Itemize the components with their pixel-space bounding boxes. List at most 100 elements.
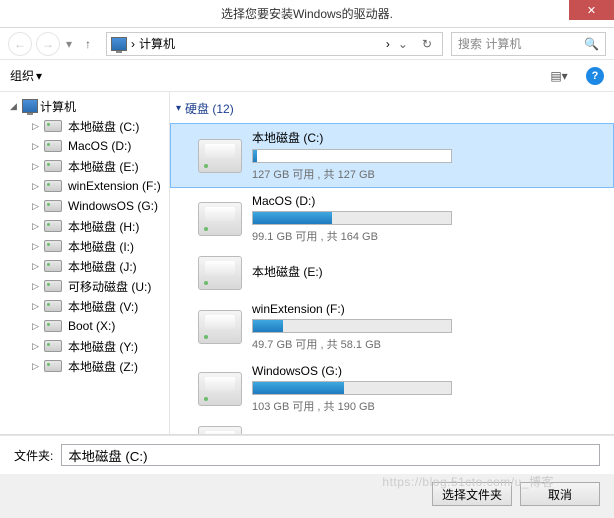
drive-icon	[44, 200, 62, 212]
drive-icon	[44, 300, 62, 312]
drive-detail: 127 GB 可用 , 共 127 GB	[252, 166, 606, 182]
tree-label: 本地磁盘 (Z:)	[68, 358, 138, 375]
drive-icon	[44, 220, 62, 232]
section-header[interactable]: ▾ 硬盘 (12)	[170, 92, 614, 123]
search-input[interactable]: 搜索 计算机 🔍	[451, 32, 606, 56]
drive-name: 本地磁盘 (C:)	[252, 129, 606, 146]
tree-label: 本地磁盘 (I:)	[68, 238, 134, 255]
footer: 文件夹: 选择文件夹 取消 https://blog.51cto.com/u_博…	[0, 434, 614, 518]
help-button[interactable]: ?	[586, 67, 604, 85]
address-sep2: ›	[386, 37, 390, 51]
content-pane: ▾ 硬盘 (12) 本地磁盘 (C:) 127 GB 可用 , 共 127 GB M…	[170, 92, 614, 460]
toolbar: 组织 ▾ ▤▾ ?	[0, 60, 614, 92]
expand-icon[interactable]: ▷	[32, 241, 42, 252]
drive-row[interactable]: MacOS (D:) 99.1 GB 可用 , 共 164 GB	[170, 188, 614, 250]
drive-name: winExtension (F:)	[252, 302, 606, 316]
up-button[interactable]: ↑	[78, 34, 98, 54]
forward-button[interactable]: →	[36, 32, 60, 56]
tree-item[interactable]: ▷ 本地磁盘 (H:)	[0, 216, 169, 236]
drive-row[interactable]: WindowsOS (G:)103 GB 可用 , 共 190 GB	[170, 358, 614, 420]
tree-item[interactable]: ▷ MacOS (D:)	[0, 136, 169, 156]
tree-item[interactable]: ▷ 本地磁盘 (Y:)	[0, 336, 169, 356]
title-bar: 选择您要安装Windows的驱动器. ✕	[0, 0, 614, 28]
computer-icon	[22, 99, 38, 113]
nav-bar: ← → ▾ ↑ › 计算机 › ⌄ ↻ 搜索 计算机 🔍	[0, 28, 614, 60]
collapse-icon[interactable]: ◢	[10, 101, 20, 112]
drive-icon	[44, 160, 62, 172]
tree-item[interactable]: ▷ 本地磁盘 (E:)	[0, 156, 169, 176]
tree-label: winExtension (F:)	[68, 179, 161, 193]
drive-icon	[44, 180, 62, 192]
collapse-icon[interactable]: ▾	[176, 103, 181, 114]
organize-button[interactable]: 组织 ▾	[10, 67, 42, 84]
drive-row[interactable]: winExtension (F:) 49.7 GB 可用 , 共 58.1 GB	[170, 296, 614, 358]
select-folder-button[interactable]: 选择文件夹	[432, 482, 512, 506]
expand-icon[interactable]: ▷	[32, 361, 42, 372]
drive-detail: 49.7 GB 可用 , 共 58.1 GB	[252, 336, 606, 352]
drive-icon	[198, 256, 242, 290]
drive-detail: 103 GB 可用 , 共 190 GB	[252, 398, 606, 414]
tree-item[interactable]: ▷ 本地磁盘 (V:)	[0, 296, 169, 316]
expand-icon[interactable]: ▷	[32, 301, 42, 312]
drive-icon	[44, 120, 62, 132]
tree-root-computer[interactable]: ◢ 计算机	[0, 96, 169, 116]
tree-item[interactable]: ▷ 本地磁盘 (Z:)	[0, 356, 169, 376]
drive-icon	[198, 310, 242, 344]
expand-icon[interactable]: ▷	[32, 161, 42, 172]
caret-down-icon: ▾	[36, 69, 42, 83]
capacity-bar	[252, 211, 452, 225]
view-button[interactable]: ▤▾	[544, 65, 574, 87]
close-button[interactable]: ✕	[569, 0, 614, 20]
tree-item[interactable]: ▷Boot (X:)	[0, 316, 169, 336]
computer-icon	[111, 37, 127, 51]
drive-icon	[198, 372, 242, 406]
capacity-bar	[252, 319, 452, 333]
sidebar: ◢ 计算机 ▷ 本地磁盘 (C:) ▷ MacOS (D:) ▷ 本地磁盘 (E:) ▷ wi…	[0, 92, 170, 460]
refresh-button[interactable]: ↻	[416, 37, 438, 51]
drive-row[interactable]: 本地磁盘 (C:) 127 GB 可用 , 共 127 GB	[170, 123, 614, 188]
address-sep: ›	[131, 37, 135, 51]
expand-icon[interactable]: ▷	[32, 281, 42, 292]
tree-label: 本地磁盘 (E:)	[68, 158, 139, 175]
capacity-bar	[252, 381, 452, 395]
address-dropdown-icon[interactable]: ⌄	[394, 37, 412, 51]
tree-label: 本地磁盘 (Y:)	[68, 338, 138, 355]
tree-label: WindowsOS (G:)	[68, 199, 158, 213]
drive-icon	[44, 320, 62, 332]
expand-icon[interactable]: ▷	[32, 181, 42, 192]
expand-icon[interactable]: ▷	[32, 121, 42, 132]
search-icon: 🔍	[584, 37, 599, 51]
cancel-button[interactable]: 取消	[520, 482, 600, 506]
tree-item[interactable]: ▷ WindowsOS (G:)	[0, 196, 169, 216]
tree-item[interactable]: ▷可移动磁盘 (U:)	[0, 276, 169, 296]
address-text: 计算机	[139, 35, 382, 52]
section-title: 硬盘 (12)	[185, 100, 234, 117]
tree-label: 本地磁盘 (H:)	[68, 218, 139, 235]
tree-item[interactable]: ▷ winExtension (F:)	[0, 176, 169, 196]
expand-icon[interactable]: ▷	[32, 221, 42, 232]
expand-icon[interactable]: ▷	[32, 341, 42, 352]
window-title: 选择您要安装Windows的驱动器.	[221, 5, 393, 22]
drive-row[interactable]: 本地磁盘 (E:)	[170, 250, 614, 296]
expand-icon[interactable]: ▷	[32, 201, 42, 212]
address-bar[interactable]: › 计算机 › ⌄ ↻	[106, 32, 443, 56]
tree-label: 本地磁盘 (C:)	[68, 118, 139, 135]
tree-label: MacOS (D:)	[68, 139, 131, 153]
history-dropdown[interactable]: ▾	[64, 37, 74, 51]
tree-item[interactable]: ▷ 本地磁盘 (C:)	[0, 116, 169, 136]
tree-label: 本地磁盘 (V:)	[68, 298, 138, 315]
expand-icon[interactable]: ▷	[32, 141, 42, 152]
expand-icon[interactable]: ▷	[32, 321, 42, 332]
tree-item[interactable]: ▷ 本地磁盘 (I:)	[0, 236, 169, 256]
tree-item[interactable]: ▷ 本地磁盘 (J:)	[0, 256, 169, 276]
folder-input[interactable]	[61, 444, 600, 466]
drive-name: 本地磁盘 (E:)	[252, 263, 606, 280]
back-button[interactable]: ←	[8, 32, 32, 56]
drive-icon	[198, 202, 242, 236]
drive-name: MacOS (D:)	[252, 194, 606, 208]
drive-icon	[44, 280, 62, 292]
tree-label: 本地磁盘 (J:)	[68, 258, 137, 275]
expand-icon[interactable]: ▷	[32, 261, 42, 272]
drive-detail: 99.1 GB 可用 , 共 164 GB	[252, 228, 606, 244]
drive-icon	[44, 140, 62, 152]
